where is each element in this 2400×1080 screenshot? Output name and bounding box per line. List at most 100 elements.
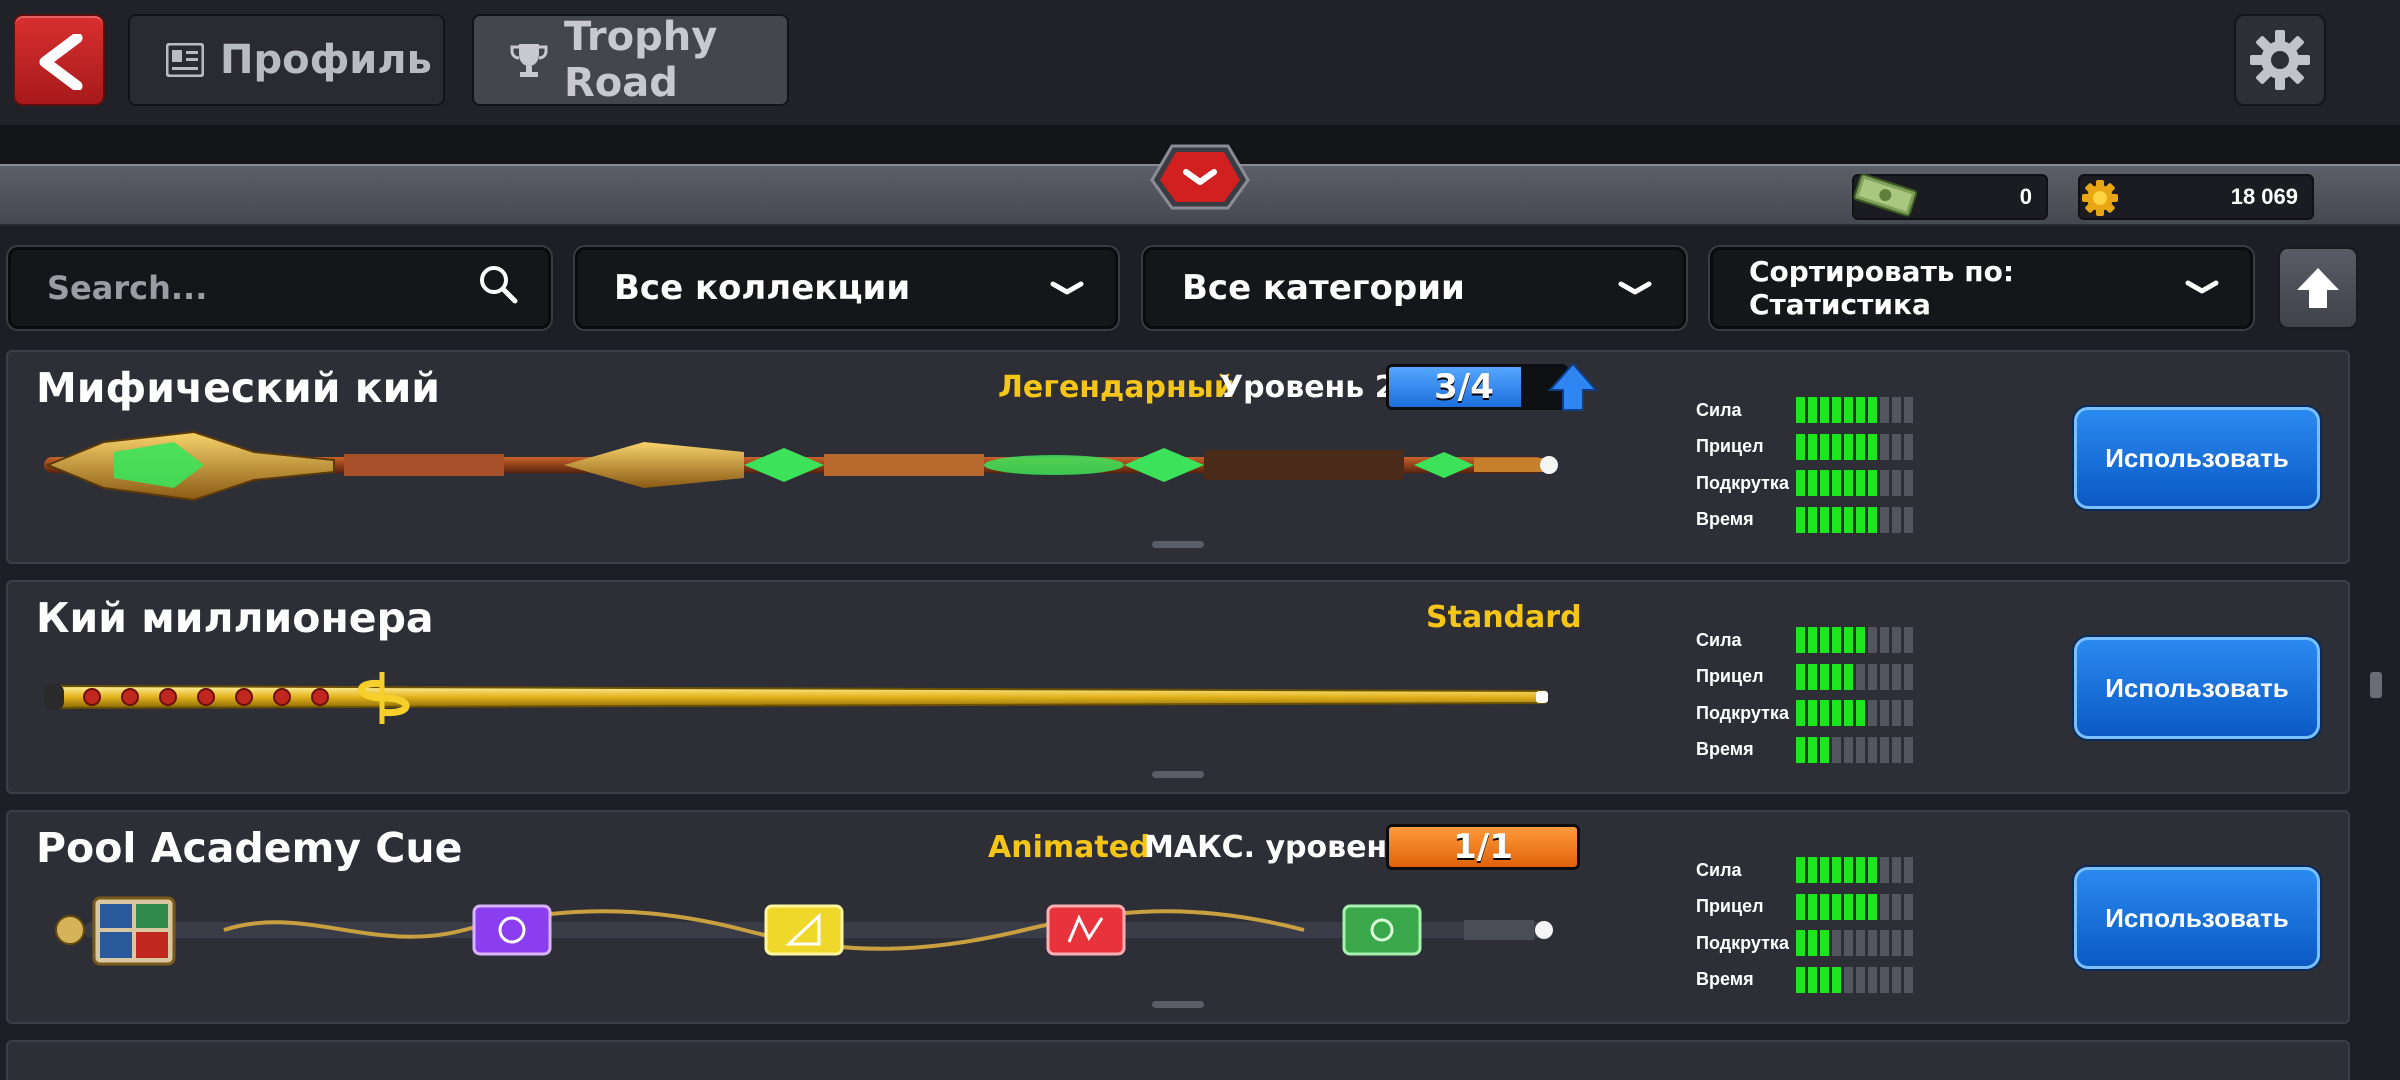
- upgrade-arrow-icon[interactable]: [1548, 362, 1598, 412]
- stat-bar: [1796, 397, 1913, 424]
- cue-rarity: Animated: [988, 830, 1151, 865]
- stat-segment: [1796, 893, 1805, 920]
- settings-button[interactable]: [2234, 14, 2326, 106]
- stat-segment: [1868, 663, 1877, 690]
- stat-segment: [1892, 700, 1901, 727]
- stat-segment: [1844, 433, 1853, 460]
- stat-segment: [1880, 433, 1889, 460]
- tab-trophy-road[interactable]: Trophy Road: [472, 14, 789, 106]
- stat-segment: [1856, 397, 1865, 424]
- stat-segment: [1820, 506, 1829, 533]
- categories-value: Все категории: [1182, 268, 1465, 308]
- stat-segment: [1904, 397, 1913, 424]
- cue-stats: Сила Прицел Подкрутка Время: [1696, 852, 1913, 998]
- use-button[interactable]: Использовать: [2074, 867, 2320, 969]
- collapse-button[interactable]: [1138, 140, 1262, 214]
- stat-segment: [1892, 506, 1901, 533]
- stat-segment: [1820, 470, 1829, 497]
- stat-segment: [1880, 470, 1889, 497]
- cue-level-progress: 1/1: [1386, 824, 1580, 870]
- stat-segment: [1796, 966, 1805, 993]
- stat-segment: [1892, 736, 1901, 763]
- gear-icon: [2250, 30, 2310, 90]
- expand-handle[interactable]: [1152, 771, 1204, 778]
- stat-segment: [1832, 663, 1841, 690]
- stat-segment: [1832, 506, 1841, 533]
- stat-row-time: Время: [1696, 502, 1913, 539]
- stat-segment: [1856, 663, 1865, 690]
- back-button[interactable]: [13, 14, 105, 106]
- stat-segment: [1832, 627, 1841, 654]
- stat-segment: [1868, 627, 1877, 654]
- stat-segment: [1880, 700, 1889, 727]
- stat-segment: [1868, 857, 1877, 884]
- stat-segment: [1820, 700, 1829, 727]
- stat-segment: [1796, 397, 1805, 424]
- use-button[interactable]: Использовать: [2074, 407, 2320, 509]
- cue-card[interactable]: Кий миллионера Standard Сила Прицел Подк…: [6, 580, 2350, 794]
- mythic-cue-image: [44, 430, 1558, 502]
- stat-segment: [1880, 397, 1889, 424]
- stat-segment: [1808, 397, 1817, 424]
- stat-segment: [1796, 627, 1805, 654]
- stat-segment: [1868, 506, 1877, 533]
- expand-handle[interactable]: [1152, 541, 1204, 548]
- stat-segment: [1880, 663, 1889, 690]
- stat-segment: [1808, 627, 1817, 654]
- stat-segment: [1868, 397, 1877, 424]
- cue-level: Уровень 2: [1220, 370, 1396, 405]
- stat-segment: [1880, 506, 1889, 533]
- stat-bar: [1796, 433, 1913, 460]
- cue-stats: Сила Прицел Подкрутка Время: [1696, 622, 1913, 768]
- collections-dropdown[interactable]: Все коллекции: [575, 247, 1118, 329]
- stat-segment: [1880, 893, 1889, 920]
- stat-segment: [1904, 433, 1913, 460]
- back-arrow-icon: [39, 34, 83, 90]
- stat-segment: [1856, 893, 1865, 920]
- stat-segment: [1796, 736, 1805, 763]
- stat-segment: [1868, 930, 1877, 957]
- search-input[interactable]: Search...: [8, 247, 551, 329]
- stat-segment: [1808, 506, 1817, 533]
- pool-academy-cue-image: [55, 896, 1553, 966]
- categories-dropdown[interactable]: Все категории: [1143, 247, 1686, 329]
- cue-card[interactable]: Pool Academy Cue Animated МАКС. уровень …: [6, 810, 2350, 1024]
- cue-level-progress: 3/4: [1386, 364, 1568, 410]
- stat-segment: [1808, 966, 1817, 993]
- coins-counter: 18 069: [2078, 174, 2314, 220]
- progress-text: 1/1: [1453, 827, 1513, 867]
- sort-direction-button[interactable]: [2278, 247, 2358, 329]
- stat-segment: [1880, 857, 1889, 884]
- stat-segment: [1904, 506, 1913, 533]
- stat-segment: [1904, 700, 1913, 727]
- stat-row-aim: Прицел: [1696, 429, 1913, 466]
- stat-segment: [1832, 966, 1841, 993]
- stat-bar: [1796, 506, 1913, 533]
- scrollbar-track[interactable]: [2368, 352, 2382, 1062]
- stat-segment: [1808, 893, 1817, 920]
- stat-segment: [1832, 470, 1841, 497]
- stat-segment: [1832, 857, 1841, 884]
- stat-segment: [1856, 433, 1865, 460]
- stat-segment: [1856, 857, 1865, 884]
- chevron-down-icon: [1150, 144, 1250, 210]
- cue-name: Pool Academy Cue: [36, 824, 463, 872]
- stat-segment: [1844, 700, 1853, 727]
- stat-row-spin: Подкрутка: [1696, 695, 1913, 732]
- expand-handle[interactable]: [1152, 1001, 1204, 1008]
- sort-dropdown[interactable]: Сортировать по: Статистика: [1710, 247, 2253, 329]
- stat-segment: [1808, 433, 1817, 460]
- stat-bar: [1796, 857, 1913, 884]
- cue-card-partial[interactable]: [6, 1040, 2350, 1080]
- stat-segment: [1868, 893, 1877, 920]
- stat-segment: [1808, 857, 1817, 884]
- use-button[interactable]: Использовать: [2074, 637, 2320, 739]
- scrollbar-thumb[interactable]: [2370, 672, 2382, 698]
- tab-profile[interactable]: Профиль: [128, 14, 445, 106]
- stat-segment: [1796, 663, 1805, 690]
- chevron-down-icon: [1617, 268, 1653, 308]
- millionaire-cue-image: [44, 672, 1548, 724]
- stat-segment: [1892, 966, 1901, 993]
- cue-card[interactable]: Мифический кий Легендарный Уровень 2 3/4…: [6, 350, 2350, 564]
- arrow-up-icon: [2297, 268, 2339, 308]
